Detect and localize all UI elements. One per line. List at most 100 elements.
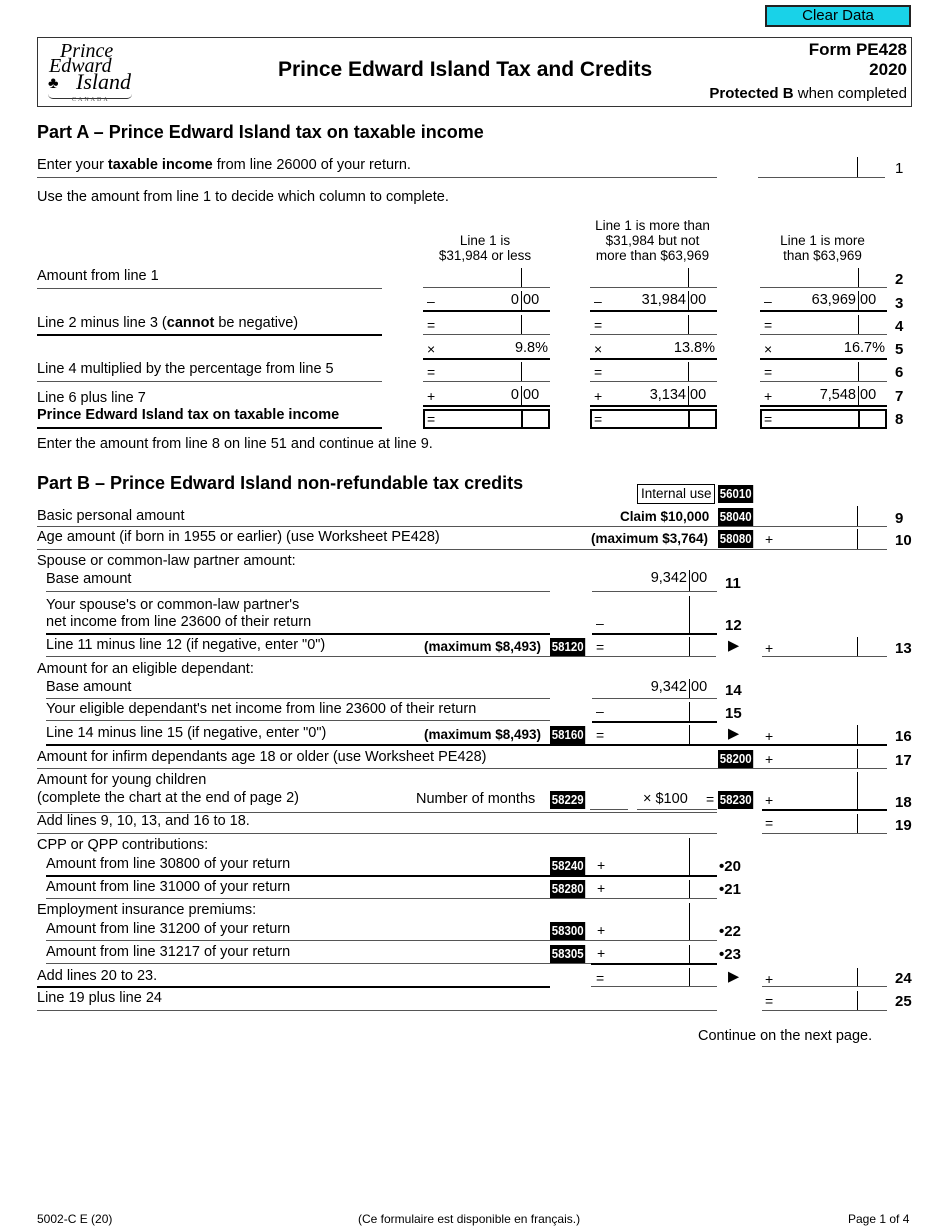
- line14-amount-rule: [592, 698, 717, 699]
- line1-input[interactable]: [758, 157, 885, 177]
- col2-line4-input[interactable]: [590, 315, 717, 334]
- col2-line7-value: 3,134: [649, 387, 686, 403]
- col2-line2-input[interactable]: [590, 268, 717, 287]
- col1-line2-input[interactable]: [423, 268, 550, 287]
- line16-calc[interactable]: [592, 725, 717, 744]
- line22-label: Amount from line 31200 of your return: [46, 921, 291, 937]
- line24-calc[interactable]: [592, 968, 717, 986]
- col2-line3-value: 31,984: [641, 292, 686, 308]
- months-input[interactable]: [550, 790, 628, 809]
- line20-divider: [689, 838, 690, 875]
- col2-line8-box[interactable]: [590, 409, 717, 429]
- line18-label-1: Amount for young children: [37, 772, 207, 788]
- line21-input[interactable]: [592, 879, 717, 898]
- line25-rule: [37, 1010, 717, 1011]
- line22-input[interactable]: [592, 903, 717, 940]
- line12-label-2: net income from line 23600 of their retu…: [46, 614, 312, 630]
- line23-rule: [46, 963, 591, 964]
- code-58200: 58200: [718, 750, 754, 768]
- line20-input[interactable]: [592, 838, 717, 875]
- line11-label: Base amount: [46, 571, 132, 587]
- line10-note: (maximum $3,764): [591, 531, 709, 546]
- line16-input[interactable]: [762, 725, 887, 744]
- arrow-icon: ▶: [728, 638, 740, 654]
- col1-line8-box[interactable]: [423, 409, 550, 429]
- line-number-19: 19: [895, 817, 912, 834]
- line9-note: Claim $10,000: [620, 509, 710, 524]
- line-number-8: 8: [895, 411, 904, 428]
- col1-line5-rule: [423, 358, 550, 360]
- column-2-header: Line 1 is more than $31,984 but not more…: [585, 218, 720, 263]
- form-title: Prince Edward Island Tax and Credits: [278, 58, 653, 81]
- line12-amount-rule: [592, 633, 717, 635]
- form-header: Prince Edward ♣ Island CANADA Prince Edw…: [37, 37, 912, 107]
- internal-use-box: Internal use: [637, 484, 715, 504]
- line23-divider: [689, 945, 690, 963]
- line13-input[interactable]: [762, 637, 887, 656]
- col3-line6-input[interactable]: [760, 362, 887, 381]
- line4-label-bold: cannot: [166, 315, 215, 331]
- line11-amount-rule: [592, 591, 717, 592]
- line10-input[interactable]: [762, 529, 887, 549]
- line9-input[interactable]: [762, 506, 887, 526]
- col2-line8-operator: =: [594, 411, 603, 427]
- protected-label: Protected B when completed: [709, 85, 907, 102]
- col1-line4-input[interactable]: [423, 315, 550, 334]
- line15-amount-rule: [592, 721, 717, 723]
- line23-input[interactable]: [592, 944, 717, 963]
- column-1-header: Line 1 is $31,984 or less: [420, 233, 550, 263]
- col2-line3-value-cents: 00: [690, 292, 707, 308]
- col3-line2-input[interactable]: [760, 268, 887, 287]
- col3-line2-rule: [760, 287, 887, 288]
- col3-line8-operator: =: [764, 411, 773, 427]
- col1-line6-input[interactable]: [423, 362, 550, 381]
- column-instruction: Use the amount from line 1 to decide whi…: [37, 189, 449, 205]
- clear-data-button[interactable]: Clear Data: [765, 5, 911, 27]
- spouse-heading: Spouse or common-law partner amount:: [37, 553, 296, 569]
- tree-icon: ♣: [48, 75, 59, 92]
- line18-input[interactable]: [762, 772, 887, 809]
- line14-cents: 00: [691, 679, 708, 695]
- line14-label: Base amount: [46, 679, 132, 695]
- months-label: Number of months: [416, 791, 536, 807]
- line-number-16: 16: [895, 728, 912, 745]
- line23-label: Amount from line 31217 of your return: [46, 944, 291, 960]
- page-number: Page 1 of 4: [848, 1212, 910, 1226]
- line-number-12: 12: [725, 617, 742, 634]
- col3-line6-rule: [760, 381, 887, 382]
- col3-line4-rule: [760, 334, 887, 335]
- col3-line4-input[interactable]: [760, 315, 887, 334]
- line13-calc[interactable]: [592, 637, 717, 656]
- col2-line4-operator: =: [594, 317, 603, 333]
- line1-rule: [37, 177, 717, 178]
- months-rule: [590, 809, 628, 810]
- col1-line7-value: 0: [510, 387, 519, 403]
- col2-line5-rule: [590, 358, 717, 360]
- column-3-header-line: Line 1 is more: [780, 233, 865, 248]
- line6-label: Line 4 multiplied by the percentage from…: [37, 361, 334, 377]
- column-3-header: Line 1 is more than $63,969: [755, 233, 890, 263]
- line16-divider: [689, 725, 690, 744]
- col2-line7-rule: [590, 405, 717, 407]
- col3-line3-value: 63,969: [811, 292, 856, 308]
- part-b-heading: Part B – Prince Edward Island non-refund…: [37, 473, 524, 493]
- line25-input[interactable]: [762, 991, 887, 1010]
- arrow-icon: ▶: [728, 726, 740, 742]
- line15-input[interactable]: [592, 702, 717, 721]
- code-56010: 56010: [718, 485, 754, 503]
- logo-country: CANADA: [72, 97, 110, 103]
- french-note: (Ce formulaire est disponible en françai…: [358, 1212, 581, 1226]
- code-58240: 58240: [550, 857, 586, 875]
- line17-input[interactable]: [762, 749, 887, 768]
- line19-input[interactable]: [762, 813, 887, 833]
- protected-rest: when completed: [793, 85, 907, 102]
- part-a-footer-note: Enter the amount from line 8 on line 51 …: [37, 436, 433, 452]
- line4-rule: [37, 334, 382, 336]
- col1-line8-operator: =: [427, 411, 436, 427]
- col2-line2-rule: [590, 287, 717, 288]
- line-number-5: 5: [895, 341, 904, 358]
- line12-input[interactable]: [592, 596, 717, 633]
- col2-line6-input[interactable]: [590, 362, 717, 381]
- line24-input[interactable]: [762, 968, 887, 986]
- col3-line8-box[interactable]: [760, 409, 887, 429]
